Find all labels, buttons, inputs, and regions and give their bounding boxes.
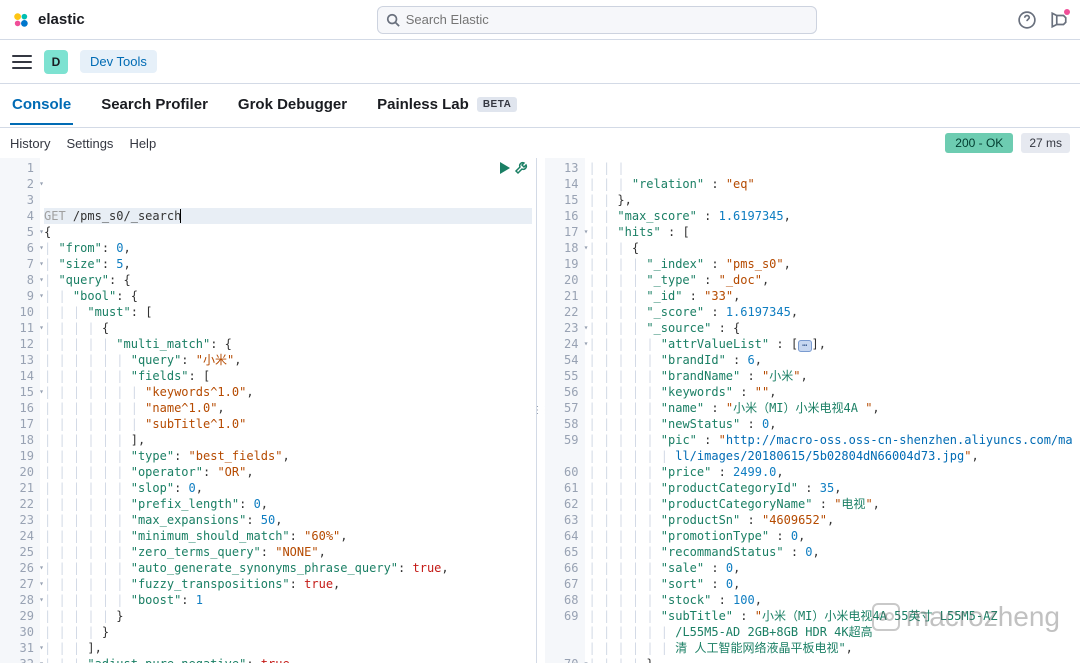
brand-text: elastic [38, 11, 85, 28]
request-pane[interactable]: 1234567891011121314151617181920212223242… [0, 158, 537, 663]
tab-search-profiler[interactable]: Search Profiler [99, 86, 210, 125]
settings-button[interactable]: Settings [66, 136, 113, 151]
response-gutter: 131415161718192021222324545556575859 606… [545, 158, 585, 663]
help-button[interactable]: Help [129, 136, 156, 151]
secondary-nav: D Dev Tools [0, 40, 1080, 84]
space-avatar[interactable]: D [44, 50, 68, 74]
menu-toggle-icon[interactable] [12, 55, 32, 69]
tab-console[interactable]: Console [10, 86, 73, 125]
news-icon[interactable] [1050, 11, 1068, 29]
play-icon[interactable] [496, 160, 512, 176]
response-pane[interactable]: 131415161718192021222324545556575859 606… [545, 158, 1080, 663]
logo: elastic [12, 11, 85, 29]
devtools-tabs: Console Search Profiler Grok Debugger Pa… [0, 84, 1080, 128]
request-gutter: 1234567891011121314151617181920212223242… [0, 158, 40, 663]
elastic-logo-icon [12, 11, 30, 29]
response-viewer: | | | | | | "relation" : "eq"| | },| | "… [585, 158, 1080, 663]
header-actions [1018, 11, 1068, 29]
pane-splitter[interactable]: ⋮⋮ [537, 158, 545, 663]
console-toolbar: History Settings Help 200 - OK 27 ms [0, 128, 1080, 158]
global-search[interactable] [377, 6, 817, 34]
response-time: 27 ms [1021, 133, 1070, 153]
tab-grok-debugger[interactable]: Grok Debugger [236, 86, 349, 125]
beta-badge: BETA [477, 97, 517, 112]
top-header: elastic [0, 0, 1080, 40]
request-actions [496, 160, 530, 176]
history-button[interactable]: History [10, 136, 50, 151]
help-icon[interactable] [1018, 11, 1036, 29]
tab-painless-lab[interactable]: Painless Lab BETA [375, 86, 519, 125]
request-editor[interactable]: GET /pms_s0/_search{| "from": 0,| "size"… [40, 158, 536, 663]
wrench-icon[interactable] [514, 160, 530, 176]
breadcrumb-devtools[interactable]: Dev Tools [80, 50, 157, 73]
search-input[interactable] [406, 12, 808, 27]
notification-dot [1064, 9, 1070, 15]
search-icon [386, 13, 400, 27]
response-status: 200 - OK [945, 133, 1013, 153]
editor-container: 1234567891011121314151617181920212223242… [0, 158, 1080, 663]
